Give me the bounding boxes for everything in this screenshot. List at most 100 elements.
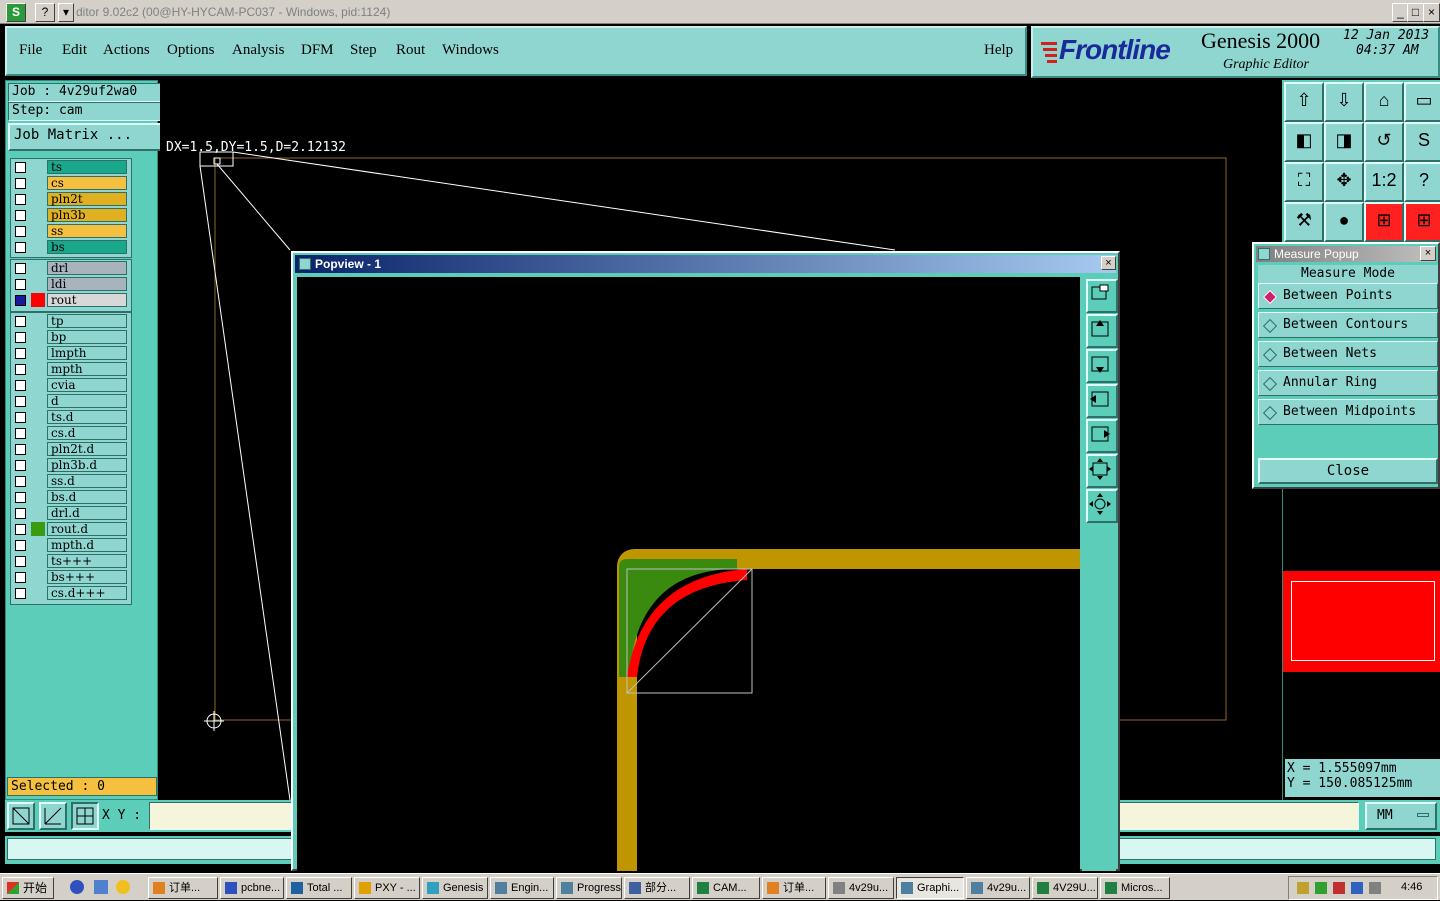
layer-checkbox[interactable]: [15, 588, 26, 599]
taskbar-task[interactable]: 4v29u...: [966, 877, 1030, 899]
app-s-icon[interactable]: S: [6, 3, 26, 22]
tray-icon[interactable]: [1315, 882, 1327, 894]
popview-left-icon[interactable]: [1086, 384, 1118, 418]
layer-row-mpth[interactable]: mpth: [11, 361, 131, 377]
popview-center-icon[interactable]: [1086, 489, 1118, 523]
rotate-icon[interactable]: ↺: [1364, 122, 1404, 162]
layer-name[interactable]: bs: [47, 240, 127, 254]
menu-dfm[interactable]: DFM: [301, 42, 334, 59]
layer-row-mpth.d[interactable]: mpth.d: [11, 537, 131, 553]
layer-checkbox[interactable]: [15, 396, 26, 407]
measure-close-button[interactable]: Close: [1258, 458, 1438, 484]
net-alt-icon[interactable]: ⊞: [1404, 202, 1440, 242]
layer-row-bs+++[interactable]: bs+++: [11, 569, 131, 585]
help-icon[interactable]: ?: [1404, 162, 1440, 202]
layer-color-swatch[interactable]: [31, 458, 45, 472]
layer-name[interactable]: d: [47, 394, 127, 408]
taskbar-task[interactable]: 4v29u...: [828, 877, 894, 899]
layer-name[interactable]: ss.d: [47, 474, 127, 488]
layer-color-swatch[interactable]: [31, 522, 45, 536]
layer-checkbox[interactable]: [15, 226, 26, 237]
layer-name[interactable]: bs.d: [47, 490, 127, 504]
layer-color-swatch[interactable]: [31, 192, 45, 206]
net-icon[interactable]: ⊞: [1364, 202, 1404, 242]
popview-up-icon[interactable]: [1086, 314, 1118, 348]
snap-mode-icon[interactable]: [7, 802, 35, 830]
layer-color-swatch[interactable]: [31, 362, 45, 376]
angle-mode-icon[interactable]: [39, 802, 67, 830]
layer-name[interactable]: drl.d: [47, 506, 127, 520]
help-icon[interactable]: ?: [35, 3, 55, 22]
zoom-save-icon[interactable]: ⇩: [1324, 82, 1364, 122]
taskbar-task[interactable]: 订单...: [148, 877, 218, 899]
taskbar-task[interactable]: Micros...: [1100, 877, 1170, 899]
layer-checkbox[interactable]: [15, 524, 26, 535]
layer-name[interactable]: rout: [47, 293, 127, 307]
taskbar-task[interactable]: Engin...: [490, 877, 554, 899]
tray-icon[interactable]: [1297, 882, 1309, 894]
home-icon[interactable]: ⌂: [1364, 82, 1404, 122]
taskbar-task[interactable]: 部分...: [624, 877, 690, 899]
layer-row-drl.d[interactable]: drl.d: [11, 505, 131, 521]
snap-icon[interactable]: S: [1404, 122, 1440, 162]
zoom-home-icon[interactable]: ⇧: [1284, 82, 1324, 122]
app-icon[interactable]: [116, 880, 130, 894]
layer-color-swatch[interactable]: [31, 160, 45, 174]
layer-checkbox[interactable]: [15, 263, 26, 274]
pan-right-icon[interactable]: ◨: [1324, 122, 1364, 162]
layer-name[interactable]: lmpth: [47, 346, 127, 360]
maximize-button[interactable]: □: [1407, 3, 1424, 22]
window-icon[interactable]: ▭: [1404, 82, 1440, 122]
layer-row-rout.d[interactable]: rout.d: [11, 521, 131, 537]
layer-name[interactable]: cs.d+++: [47, 586, 127, 600]
layer-color-swatch[interactable]: [31, 394, 45, 408]
popview-zoom-icon[interactable]: [1086, 279, 1118, 313]
layer-color-swatch[interactable]: [31, 554, 45, 568]
layer-row-cs.d+++[interactable]: cs.d+++: [11, 585, 131, 601]
layer-color-swatch[interactable]: [31, 240, 45, 254]
layer-row-bs.d[interactable]: bs.d: [11, 489, 131, 505]
grid-mode-icon[interactable]: [71, 802, 99, 830]
layer-checkbox[interactable]: [15, 428, 26, 439]
layer-checkbox[interactable]: [15, 316, 26, 327]
layer-row-ts[interactable]: ts: [11, 159, 131, 175]
taskbar-task[interactable]: 4V29U...: [1032, 877, 1098, 899]
layer-name[interactable]: pln2t: [47, 192, 127, 206]
option-between-nets[interactable]: Between Nets: [1258, 341, 1438, 367]
popview-fit-icon[interactable]: [1086, 454, 1118, 488]
taskbar-task[interactable]: 订单...: [762, 877, 826, 899]
layer-color-swatch[interactable]: [31, 293, 45, 307]
tray-icon[interactable]: [1351, 882, 1363, 894]
layer-name[interactable]: pln3b: [47, 208, 127, 222]
layer-row-ts+++[interactable]: ts+++: [11, 553, 131, 569]
layer-checkbox[interactable]: [15, 194, 26, 205]
layer-name[interactable]: drl: [47, 261, 127, 275]
taskbar-task[interactable]: CAM...: [692, 877, 760, 899]
layer-row-lmpth[interactable]: lmpth: [11, 345, 131, 361]
menu-analysis[interactable]: Analysis: [232, 42, 285, 59]
start-button[interactable]: 开始: [2, 877, 54, 899]
popview-canvas[interactable]: [297, 277, 1087, 877]
popview-right-icon[interactable]: [1086, 419, 1118, 453]
layer-color-swatch[interactable]: [31, 314, 45, 328]
menu-options[interactable]: Options: [167, 42, 215, 59]
layer-name[interactable]: mpth.d: [47, 538, 127, 552]
option-between-points[interactable]: Between Points: [1258, 283, 1438, 309]
layer-row-rout[interactable]: rout: [11, 292, 131, 308]
layer-row-cs.d[interactable]: cs.d: [11, 425, 131, 441]
layer-checkbox[interactable]: [15, 348, 26, 359]
desktop-icon[interactable]: [94, 880, 108, 894]
dropdown-arrow-icon[interactable]: ▾: [58, 3, 74, 22]
taskbar-task[interactable]: Progress: [556, 877, 622, 899]
fit-icon[interactable]: ⛶: [1284, 162, 1324, 202]
layer-name[interactable]: cs: [47, 176, 127, 190]
layer-row-ss.d[interactable]: ss.d: [11, 473, 131, 489]
layer-row-drl[interactable]: drl: [11, 260, 131, 276]
layer-checkbox[interactable]: [15, 412, 26, 423]
layer-color-swatch[interactable]: [31, 176, 45, 190]
taskbar-task[interactable]: pcbne...: [220, 877, 284, 899]
layer-color-swatch[interactable]: [31, 442, 45, 456]
menu-file[interactable]: File: [19, 42, 42, 59]
layer-color-swatch[interactable]: [31, 426, 45, 440]
layer-checkbox[interactable]: [15, 444, 26, 455]
